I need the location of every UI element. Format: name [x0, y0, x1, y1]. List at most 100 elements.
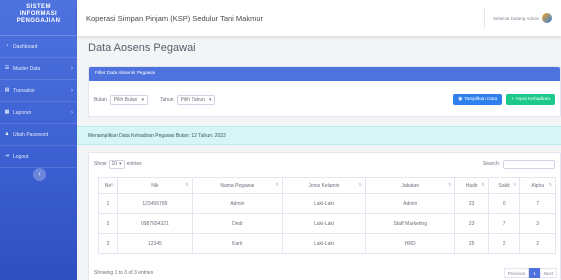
table-tools: Show 10 ▾ entries Search:: [89, 153, 560, 175]
page-1-button[interactable]: 1: [529, 268, 540, 278]
sidebar-brand[interactable]: SISTEM INFORMASI PENGGAJIAN: [0, 0, 77, 36]
table-header-row: No ⇅ Nik ⇅ Nama Pegawai ⇅ Jenis Kelamin ⇅ Ja…: [97, 177, 556, 194]
search-label: Search:: [482, 161, 500, 167]
year-select[interactable]: Pilih Tahun ▾: [176, 94, 216, 105]
table-cell: Admin: [191, 193, 283, 214]
sidebar-item-label: Logout: [13, 153, 29, 160]
year-select-value: Pilih Tahun: [180, 96, 205, 103]
table-cell: HRD: [365, 233, 456, 254]
database-icon: ☰: [4, 65, 10, 71]
show-data-button[interactable]: ◉ Tampilkan Data: [453, 94, 503, 105]
sort-icon: ⇅: [358, 182, 363, 187]
report-icon: ▦: [4, 109, 10, 115]
attendance-table: No ⇅ Nik ⇅ Nama Pegawai ⇅ Jenis Kelamin ⇅ Ja…: [97, 177, 556, 254]
previous-page-button[interactable]: Previous: [503, 268, 530, 278]
brand-line-3: PENGGAJIAN: [16, 18, 61, 24]
sort-icon: ⇅: [275, 182, 279, 187]
sidebar: SISTEM INFORMASI PENGGAJIAN ◔ Dashboard …: [0, 0, 77, 280]
column-header[interactable]: Nik ⇅: [117, 177, 193, 194]
app-title: Koperasi Simpan Pinjam (KSP) Sedulur Tan…: [86, 13, 264, 23]
table-cell: Laki-Laki: [281, 193, 367, 214]
month-select-value: Pilih Bulan: [113, 96, 138, 103]
eye-icon: ◉: [458, 97, 463, 102]
chevron-down-icon: ▾: [119, 161, 122, 167]
sidebar-item-master-data[interactable]: ☰ Master Data ›: [0, 58, 77, 80]
filter-card-header: Filter Data Absensi Pegawai: [89, 67, 560, 81]
search-group: Search:: [482, 159, 555, 169]
transaction-icon: ▤: [4, 87, 10, 93]
page-title: Data Aosens Pegawai: [88, 42, 196, 54]
table-footer: Showing 1 to 3 of 3 entries Previous 1 N…: [94, 268, 557, 278]
table-cell: 0: [487, 193, 521, 214]
filter-card: Filter Data Absensi Pegawai Bulan Pilih …: [88, 66, 561, 117]
sort-icon: ⇅: [110, 182, 115, 187]
user-menu[interactable]: Selamat Datang Admin: [483, 8, 552, 28]
month-label: Bulan: [94, 96, 107, 103]
info-alert: Menampilkan Data Kehadiran Pegawai Bulan…: [77, 126, 561, 145]
user-name: Selamat Datang Admin: [492, 15, 539, 21]
brand-line-1: SISTEM: [26, 4, 51, 10]
input-attendance-button[interactable]: + Input Kehadiran: [506, 94, 555, 105]
chevron-right-icon: ›: [71, 65, 73, 72]
chevron-right-icon: ›: [71, 87, 73, 94]
sidebar-toggle-button[interactable]: ‹: [33, 168, 46, 181]
sidebar-item-logout[interactable]: ⇥ Logout: [0, 146, 77, 168]
column-header[interactable]: Alpha ⇅: [519, 177, 556, 194]
sidebar-item-ubah-password[interactable]: 🔒︎ Ubah Password: [0, 124, 77, 146]
entries-value: 10: [111, 161, 118, 167]
sidebar-item-label: Master Data: [13, 65, 41, 72]
search-input[interactable]: [503, 159, 555, 169]
sort-icon: ⇅: [512, 182, 517, 187]
sidebar-item-dashboard[interactable]: ◔ Dashboard: [0, 36, 77, 58]
table-cell: 12345: [117, 233, 193, 254]
month-select[interactable]: Pilih Bulan ▾: [109, 94, 148, 105]
chevron-right-icon: ›: [71, 109, 73, 116]
attendance-table-card: Show 10 ▾ entries Search: No ⇅ Nik ⇅ Nama …: [88, 152, 561, 280]
table-row: 2 0987654321 Dedi Laki-Laki Staff Market…: [97, 213, 556, 234]
entries-select[interactable]: 10 ▾: [108, 159, 125, 169]
chevron-down-icon: ▾: [208, 96, 212, 103]
pagination: Previous 1 Next: [503, 268, 557, 278]
sidebar-item-label: Dashboard: [13, 43, 38, 50]
sidebar-item-label: Laporan: [13, 109, 32, 116]
sidebar-item-transaksi[interactable]: ▤ Transaksi ›: [0, 80, 77, 102]
column-header[interactable]: Hadir ⇅: [454, 177, 489, 194]
topbar: Koperasi Simpan Pinjam (KSP) Sedulur Tan…: [77, 0, 561, 36]
next-page-button[interactable]: Next: [539, 268, 557, 278]
table-row: 3 12345 Karti Laki-Laki HRD 25 2 2: [97, 233, 556, 254]
table-cell: Admin: [365, 193, 456, 214]
sidebar-item-laporan[interactable]: ▦ Laporan ›: [0, 102, 77, 124]
table-cell: 2: [97, 213, 119, 234]
table-cell: 23: [454, 213, 489, 234]
table-row: 1 123456789 Admin Laki-Laki Admin 23 0 7: [97, 193, 556, 214]
table-cell: Laki-Laki: [281, 213, 367, 234]
table-cell: 7: [519, 193, 556, 214]
dashboard-icon: ◔: [5, 43, 9, 49]
avatar: [542, 13, 552, 23]
sidebar-nav: ◔ Dashboard ☰ Master Data › ▤ Transaksi …: [0, 36, 77, 168]
table-cell: 7: [487, 213, 521, 234]
table-cell: 23: [454, 193, 489, 214]
lock-icon: 🔒︎: [5, 131, 9, 137]
table-cell: Karti: [191, 233, 283, 254]
sort-icon: ⇅: [185, 182, 189, 187]
column-header[interactable]: Sakit ⇅: [487, 177, 521, 194]
sidebar-item-label: Transaksi: [13, 87, 35, 94]
logout-icon: ⇥: [4, 153, 10, 159]
column-header[interactable]: Nama Pegawai ⇅: [191, 177, 283, 194]
table-cell: 0987654321: [117, 213, 193, 234]
column-header[interactable]: No ⇅: [97, 177, 119, 194]
table-cell: 2: [487, 233, 521, 254]
sort-icon: ⇅: [481, 182, 485, 187]
table-cell: 1: [97, 193, 119, 214]
column-header[interactable]: Jabatan ⇅: [365, 177, 456, 194]
table-info: Showing 1 to 3 of 3 entries: [94, 270, 154, 276]
table-cell: 123456789: [117, 193, 193, 214]
chevron-down-icon: ▾: [141, 96, 144, 103]
column-header[interactable]: Jenis Kelamin ⇅: [281, 177, 367, 194]
entries-label: entries: [126, 161, 142, 167]
input-attendance-label: Input Kehadiran: [516, 97, 550, 102]
table-cell: 25: [454, 233, 489, 254]
table-cell: 3: [97, 233, 119, 254]
sort-icon: ⇅: [548, 182, 552, 187]
